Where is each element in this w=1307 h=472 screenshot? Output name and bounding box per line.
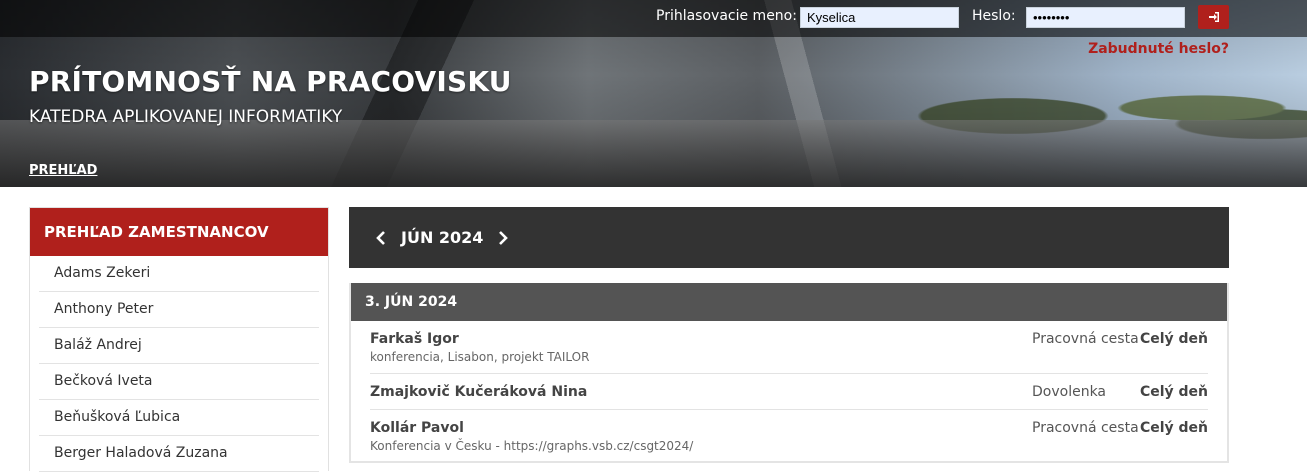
password-label: Heslo: <box>972 8 1016 24</box>
login-submit-button[interactable] <box>1198 5 1229 29</box>
day-heading: 3. JÚN 2024 <box>351 283 1227 321</box>
chevron-right-icon <box>499 230 509 245</box>
banner-roof <box>0 120 1307 187</box>
employee-item[interactable]: Berger Haladová Zuzana <box>39 436 319 472</box>
prev-month-button[interactable] <box>371 228 391 248</box>
header-banner: Prihlasovacie meno: Heslo: Zabudnuté hes… <box>0 0 1307 187</box>
month-navigation: JÚN 2024 <box>349 207 1229 268</box>
entry-type: Pracovná cesta <box>1032 420 1139 436</box>
nav-overview-link[interactable]: PREHĽAD <box>29 163 97 178</box>
absence-entry: Farkaš Igor konferencia, Lisabon, projek… <box>370 321 1208 374</box>
username-input[interactable] <box>800 7 959 28</box>
entry-type: Pracovná cesta <box>1032 331 1139 347</box>
employee-item[interactable]: Bečková Iveta <box>39 364 319 400</box>
employee-item[interactable]: Baláž Andrej <box>39 328 319 364</box>
entry-duration: Celý deň <box>1139 331 1208 347</box>
entry-note: konferencia, Lisabon, projekt TAILOR <box>370 350 590 364</box>
page-subtitle: KATEDRA APLIKOVANEJ INFORMATIKY <box>29 107 343 127</box>
entry-note: Konferencia v Česku - https://graphs.vsb… <box>370 439 694 453</box>
page-title: PRÍTOMNOSŤ NA PRACOVISKU <box>29 65 512 98</box>
entry-duration: Celý deň <box>1139 384 1208 400</box>
login-bar: Prihlasovacie meno: Heslo: <box>0 0 1307 37</box>
next-month-button[interactable] <box>493 228 513 248</box>
entry-type: Dovolenka <box>1032 384 1107 400</box>
sidebar-heading: PREHĽAD ZAMESTNANCOV <box>30 208 328 256</box>
username-label: Prihlasovacie meno: <box>656 8 797 24</box>
sign-in-icon <box>1208 12 1219 22</box>
absence-entry: Kollár Pavol Konferencia v Česku - https… <box>370 410 1208 460</box>
forgot-password-link[interactable]: Zabudnuté heslo? <box>1088 41 1229 57</box>
employee-item[interactable]: Anthony Peter <box>39 292 319 328</box>
employee-item[interactable]: Beňušková Ľubica <box>39 400 319 436</box>
employee-item[interactable]: Adams Zekeri <box>39 256 319 292</box>
absence-entry: Zmajkovič Kučeráková Nina Dovolenka Celý… <box>370 374 1208 410</box>
month-label: JÚN 2024 <box>401 228 484 247</box>
password-input[interactable] <box>1026 7 1185 28</box>
employee-list: Adams Zekeri Anthony Peter Baláž Andrej … <box>30 256 328 472</box>
chevron-left-icon <box>376 230 385 245</box>
day-card: 3. JÚN 2024 Farkaš Igor konferencia, Lis… <box>349 283 1229 463</box>
employee-sidebar: PREHĽAD ZAMESTNANCOV Adams Zekeri Anthon… <box>29 207 329 472</box>
entry-duration: Celý deň <box>1139 420 1208 436</box>
